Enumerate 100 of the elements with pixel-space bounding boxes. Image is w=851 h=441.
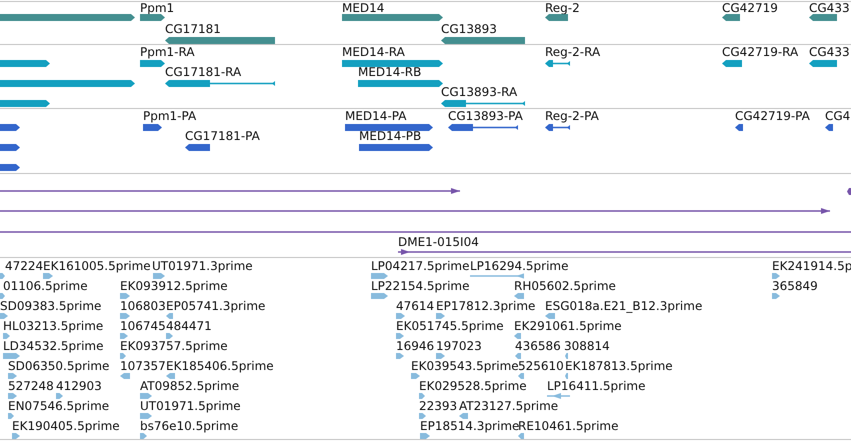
gene-glyph[interactable] <box>545 14 568 20</box>
est-glyph[interactable] <box>0 313 8 319</box>
est-glyph[interactable] <box>518 433 524 439</box>
est-glyph[interactable] <box>3 333 10 339</box>
clone-glyph[interactable] <box>0 207 830 215</box>
est-glyph[interactable] <box>371 293 388 299</box>
feature-label: UT01971.5prime <box>140 399 241 413</box>
polypeptide-glyph[interactable] <box>359 144 433 150</box>
transcript-glyph[interactable] <box>342 60 443 66</box>
polypeptide-glyph[interactable] <box>735 124 743 130</box>
gene-glyph[interactable] <box>165 36 275 44</box>
est-glyph[interactable] <box>120 333 128 339</box>
gene-glyph[interactable] <box>342 14 443 20</box>
est-glyph[interactable] <box>120 293 130 299</box>
est-glyph[interactable] <box>419 413 426 419</box>
clone-glyph[interactable] <box>0 187 460 195</box>
est-glyph[interactable] <box>166 333 173 339</box>
feature-label: Ppm1-RA <box>140 45 195 59</box>
est-glyph[interactable] <box>166 373 175 379</box>
feature-label: 01106.5prime <box>3 279 88 293</box>
est-glyph[interactable] <box>772 293 780 299</box>
est-glyph[interactable] <box>514 333 521 339</box>
clone-glyph[interactable] <box>398 248 851 256</box>
est-glyph[interactable] <box>140 393 152 399</box>
polypeptide-glyph[interactable] <box>0 164 20 170</box>
feature-label: CG42719 <box>722 1 778 15</box>
feature-label: RH05602.5prime <box>514 279 616 293</box>
polypeptide-glyph[interactable] <box>448 124 518 130</box>
polypeptide-glyph[interactable] <box>0 124 20 130</box>
polypeptide-glyph[interactable] <box>185 144 210 150</box>
gene-glyph[interactable] <box>722 14 740 20</box>
transcript-glyph[interactable] <box>358 80 443 86</box>
est-glyph[interactable] <box>0 293 5 299</box>
transcript-glyph[interactable] <box>545 60 570 66</box>
est-glyph[interactable] <box>411 373 420 379</box>
est-glyph[interactable] <box>43 273 53 279</box>
est-glyph[interactable] <box>120 373 130 379</box>
feature-label: 484471 <box>166 319 212 333</box>
feature-label: CG433 <box>809 45 850 59</box>
polypeptide-glyph[interactable] <box>545 124 570 130</box>
clone-glyph[interactable] <box>847 188 851 194</box>
est-glyph[interactable] <box>140 433 147 439</box>
est-glyph[interactable] <box>8 413 14 419</box>
transcript-glyph[interactable] <box>441 100 525 106</box>
feature-label: 365849 <box>772 279 818 293</box>
est-glyph[interactable] <box>396 313 405 319</box>
transcript-glyph[interactable] <box>140 60 165 66</box>
est-glyph[interactable] <box>396 333 404 339</box>
feature-label: EK051745.5prime <box>396 319 504 333</box>
est-glyph[interactable] <box>518 373 524 379</box>
transcript-glyph[interactable] <box>0 60 50 66</box>
transcript-glyph[interactable] <box>165 80 275 86</box>
est-glyph[interactable] <box>547 392 570 400</box>
est-glyph[interactable] <box>120 313 130 319</box>
feature-label: EK093757.5prime <box>120 339 228 353</box>
est-glyph[interactable] <box>153 273 165 279</box>
feature-label: CG42719-PA <box>735 109 810 123</box>
est-glyph[interactable] <box>120 353 126 359</box>
est-glyph[interactable] <box>470 272 524 280</box>
est-glyph[interactable] <box>0 273 5 279</box>
est-glyph[interactable] <box>436 353 445 359</box>
gene-glyph[interactable] <box>809 14 837 20</box>
est-glyph[interactable] <box>371 273 388 279</box>
est-glyph[interactable] <box>419 393 425 399</box>
polypeptide-glyph[interactable] <box>0 144 20 150</box>
est-glyph[interactable] <box>565 373 568 379</box>
est-glyph[interactable] <box>436 313 445 319</box>
transcript-glyph[interactable] <box>0 80 135 86</box>
feature-label: bs76e10.5prime <box>140 419 238 433</box>
est-glyph[interactable] <box>8 393 17 399</box>
est-glyph[interactable] <box>565 353 568 359</box>
feature-label: CG17181 <box>165 22 221 36</box>
est-glyph[interactable] <box>514 293 524 299</box>
est-glyph[interactable] <box>56 393 63 399</box>
est-glyph[interactable] <box>545 313 555 319</box>
est-glyph[interactable] <box>8 373 17 379</box>
est-glyph[interactable] <box>420 433 430 439</box>
transcript-glyph[interactable] <box>722 60 742 66</box>
feature-label: CG433 <box>809 1 850 15</box>
est-glyph[interactable] <box>140 413 152 419</box>
est-glyph[interactable] <box>12 433 20 439</box>
gene-glyph[interactable] <box>0 14 135 20</box>
feature-label: 412903 <box>56 379 102 393</box>
polypeptide-glyph[interactable] <box>143 124 162 130</box>
gene-glyph[interactable] <box>441 36 525 44</box>
est-glyph[interactable] <box>396 353 404 359</box>
polypeptide-glyph[interactable] <box>345 124 433 130</box>
feature-label: 106745 <box>120 319 166 333</box>
est-glyph[interactable] <box>459 413 468 419</box>
feature-label: EP18514.3prime <box>420 419 520 433</box>
gene-glyph[interactable] <box>140 14 165 20</box>
transcript-glyph[interactable] <box>809 60 837 66</box>
est-glyph[interactable] <box>515 353 521 359</box>
est-glyph[interactable] <box>772 273 780 279</box>
est-glyph[interactable] <box>166 313 173 319</box>
transcript-glyph[interactable] <box>0 100 50 106</box>
polypeptide-glyph[interactable] <box>825 124 833 130</box>
est-glyph[interactable] <box>3 353 20 359</box>
feature-label: MED14-RB <box>358 65 422 79</box>
feature-label: EK291061.5prime <box>514 319 622 333</box>
